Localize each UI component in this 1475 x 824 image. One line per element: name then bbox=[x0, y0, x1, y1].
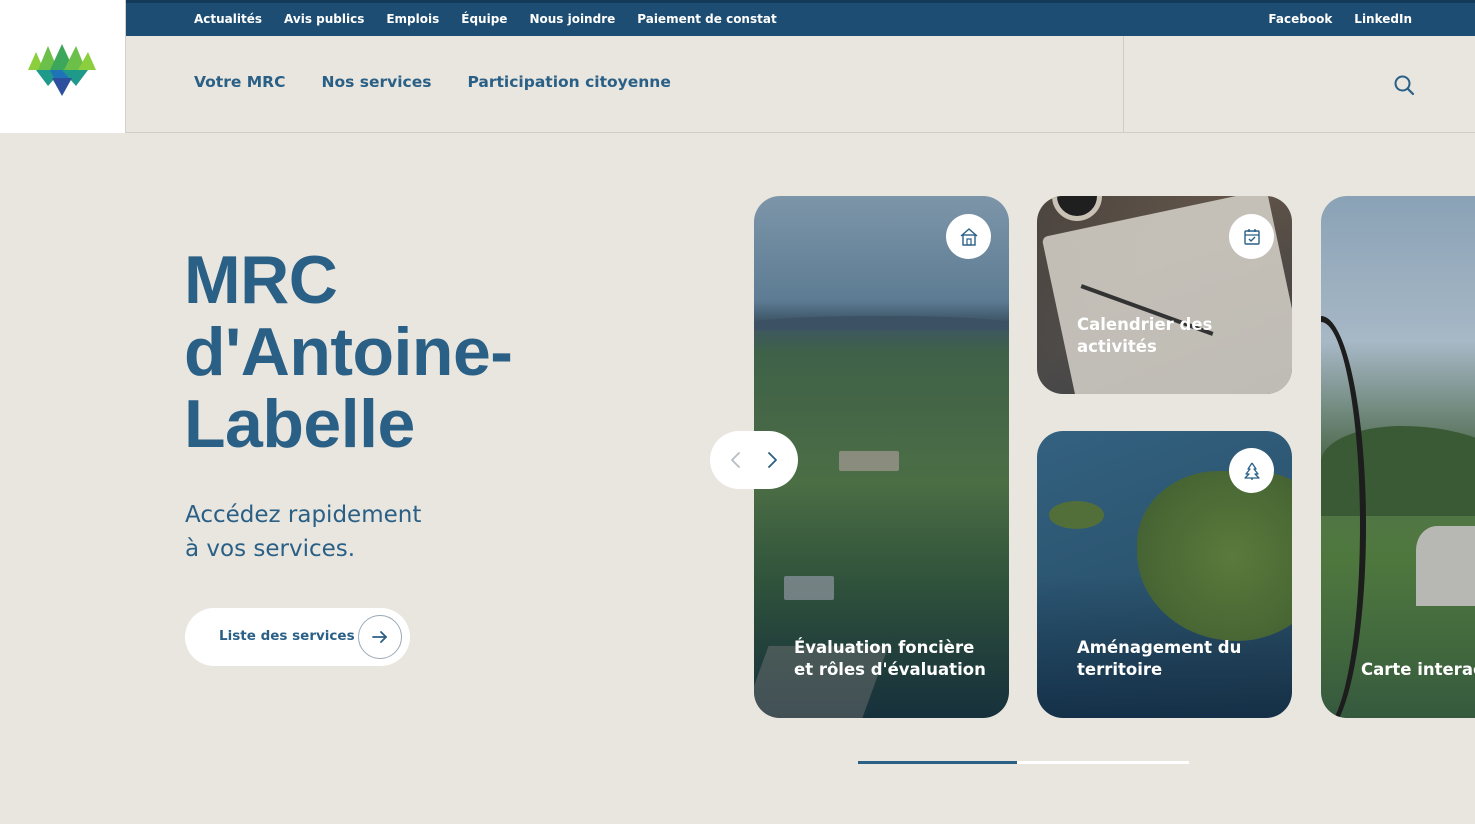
nav-divider bbox=[1123, 36, 1124, 133]
search-icon[interactable] bbox=[1393, 74, 1415, 96]
facebook-link[interactable]: Facebook bbox=[1268, 12, 1332, 26]
calendar-check-icon bbox=[1229, 214, 1274, 259]
service-card-label: Aménagement du territoire bbox=[1077, 637, 1241, 681]
mrc-logo bbox=[28, 44, 96, 96]
utility-bar: Actualités Avis publics Emplois Équipe N… bbox=[126, 0, 1475, 36]
main-nav-items: Votre MRC Nos services Participation cit… bbox=[194, 73, 671, 91]
services-list-button[interactable]: Liste des services bbox=[185, 608, 410, 666]
nav-item-nos-services[interactable]: Nos services bbox=[322, 73, 432, 91]
carousel-progress-fill bbox=[858, 761, 1017, 764]
service-card-label: Évaluation foncière et rôles d'évaluatio… bbox=[794, 637, 986, 681]
service-card-carte-interactive[interactable]: Carte interac bbox=[1321, 196, 1475, 718]
service-card-label-line: Aménagement du bbox=[1077, 638, 1242, 657]
service-card-label-line: activités bbox=[1077, 337, 1157, 356]
nav-item-votre-mrc[interactable]: Votre MRC bbox=[194, 73, 286, 91]
card-photo-element bbox=[1049, 501, 1104, 529]
utility-link-paiement-de-constat[interactable]: Paiement de constat bbox=[637, 12, 776, 26]
service-card-amenagement[interactable]: Aménagement du territoire bbox=[1037, 431, 1292, 718]
page-title-line: MRC bbox=[184, 242, 338, 318]
pine-tree-icon bbox=[1229, 448, 1274, 493]
utility-link-equipe[interactable]: Équipe bbox=[461, 12, 507, 26]
utility-link-avis-publics[interactable]: Avis publics bbox=[284, 12, 364, 26]
page-title: MRC d'Antoine- Labelle bbox=[184, 244, 604, 460]
carousel-controls bbox=[710, 431, 798, 489]
social-links: Facebook LinkedIn bbox=[1268, 12, 1412, 26]
hero-subtitle-line: Accédez rapidement bbox=[185, 502, 422, 528]
utility-link-nous-joindre[interactable]: Nous joindre bbox=[529, 12, 615, 26]
hero-subtitle-line: à vos services. bbox=[185, 536, 356, 562]
linkedin-link[interactable]: LinkedIn bbox=[1354, 12, 1412, 26]
service-card-calendrier[interactable]: Calendrier des activités bbox=[1037, 196, 1292, 394]
utility-link-actualites[interactable]: Actualités bbox=[194, 12, 262, 26]
chevron-left-icon[interactable] bbox=[726, 449, 746, 471]
service-card-label-line: Carte interac bbox=[1361, 660, 1475, 679]
service-card-label-line: territoire bbox=[1077, 660, 1163, 679]
service-card-label-line: Calendrier des bbox=[1077, 315, 1213, 334]
card-photo-element bbox=[1321, 316, 1366, 718]
service-card-label: Calendrier des activités bbox=[1077, 314, 1212, 358]
card-photo-element bbox=[839, 451, 899, 471]
nav-item-participation-citoyenne[interactable]: Participation citoyenne bbox=[467, 73, 670, 91]
page-title-line: Labelle bbox=[184, 386, 415, 462]
house-icon bbox=[946, 214, 991, 259]
utility-link-emplois[interactable]: Emplois bbox=[386, 12, 439, 26]
chevron-right-icon[interactable] bbox=[762, 449, 782, 471]
main-nav: Votre MRC Nos services Participation cit… bbox=[126, 36, 1475, 133]
logo-box[interactable] bbox=[0, 0, 126, 133]
carousel-progress-track bbox=[858, 761, 1189, 764]
services-list-button-label: Liste des services bbox=[219, 628, 355, 644]
card-photo-element bbox=[1052, 196, 1102, 221]
service-card-label-line: et rôles d'évaluation bbox=[794, 660, 986, 679]
service-card-label-line: Évaluation foncière bbox=[794, 638, 975, 657]
page-title-line: d'Antoine- bbox=[184, 314, 513, 390]
card-photo-element bbox=[784, 576, 834, 600]
service-card-label: Carte interac bbox=[1361, 659, 1475, 681]
arrow-right-icon bbox=[358, 615, 402, 659]
card-photo-element bbox=[1416, 526, 1475, 606]
card-photo-element bbox=[754, 316, 1009, 330]
card-photo-element bbox=[1137, 471, 1292, 641]
utility-links: Actualités Avis publics Emplois Équipe N… bbox=[194, 12, 777, 26]
hero-subtitle: Accédez rapidement à vos services. bbox=[185, 498, 485, 566]
